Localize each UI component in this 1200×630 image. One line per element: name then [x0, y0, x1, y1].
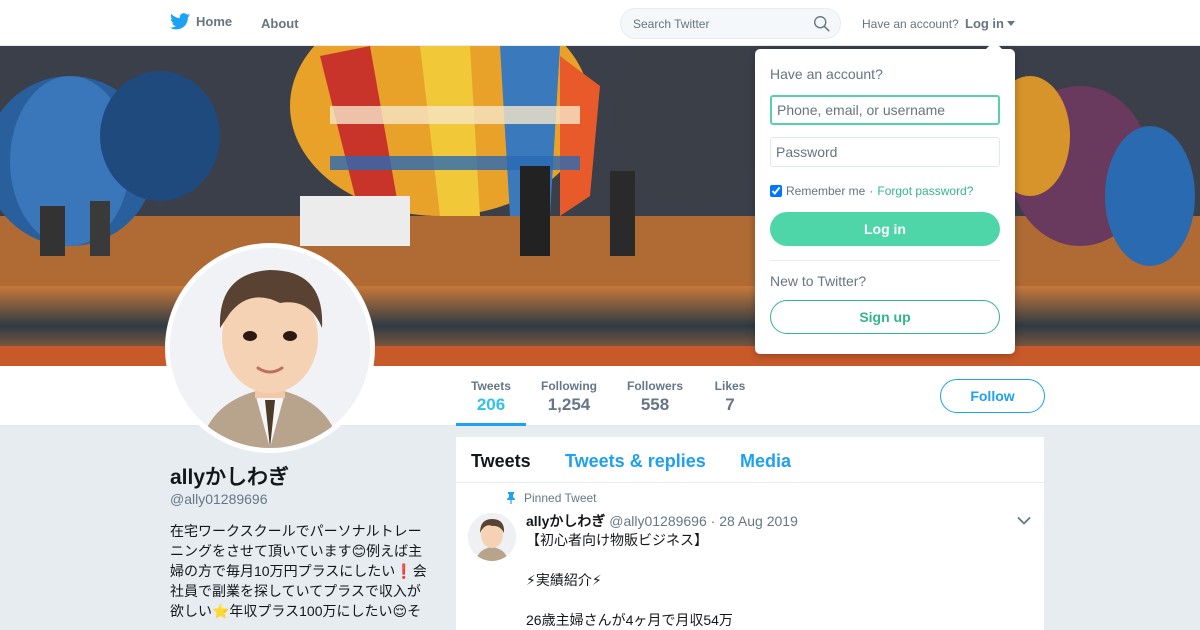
- login-dropdown-title: Have an account?: [770, 66, 883, 82]
- stat-tweets-value: 206: [476, 395, 506, 414]
- login-dropdown-toggle[interactable]: Log in: [965, 16, 1015, 31]
- tweet-separator: ·: [710, 513, 716, 529]
- profile-avatar[interactable]: [165, 243, 375, 453]
- have-account-text: Have an account?: [862, 17, 959, 31]
- stat-followers[interactable]: Followers 558: [620, 366, 690, 426]
- top-navigation: Home About Have an account? Log in: [0, 0, 1200, 46]
- stat-following-label: Following: [541, 379, 597, 393]
- about-link[interactable]: About: [261, 16, 299, 31]
- stat-likes[interactable]: Likes 7: [707, 366, 753, 426]
- login-button[interactable]: Log in: [770, 212, 1000, 246]
- search-input[interactable]: [621, 9, 811, 38]
- search-box: [620, 8, 841, 39]
- home-link[interactable]: Home: [170, 13, 232, 30]
- avatar-image: [170, 248, 370, 448]
- search-icon[interactable]: [813, 15, 830, 32]
- tweet-line: 26歳主婦さんが4ヶ月で月収54万: [526, 612, 733, 628]
- stat-followers-label: Followers: [626, 379, 683, 393]
- dropdown-divider: [770, 260, 1000, 261]
- tweet-author-handle[interactable]: @ally01289696: [609, 513, 707, 529]
- stat-tweets-label: Tweets: [471, 379, 511, 393]
- chevron-down-icon[interactable]: [1017, 516, 1031, 526]
- profile-handle[interactable]: @ally01289696: [170, 491, 268, 507]
- follow-button[interactable]: Follow: [940, 379, 1045, 413]
- tweet-line: [526, 550, 1026, 570]
- forgot-password-link[interactable]: Forgot password?: [877, 184, 973, 198]
- tweet-author-name[interactable]: allyかしわぎ: [526, 513, 605, 529]
- pinned-label: Pinned Tweet: [524, 491, 597, 505]
- new-to-twitter-text: New to Twitter?: [770, 273, 867, 289]
- bio-line: ニングをさせて頂いています😊例えば主: [170, 543, 423, 559]
- stat-likes-label: Likes: [714, 379, 746, 393]
- timeline: Tweets Tweets & replies Media Pinned Twe…: [456, 437, 1044, 630]
- tweet-line: [526, 590, 1026, 610]
- tab-media[interactable]: Media: [740, 451, 791, 472]
- avatar-illustration: [170, 248, 370, 448]
- twitter-bird-icon: [170, 13, 190, 30]
- tweet-line: ⚡実績紹介⚡: [526, 572, 602, 588]
- stat-followers-value: 558: [640, 395, 670, 414]
- stat-tweets[interactable]: Tweets 206: [456, 366, 526, 426]
- tweet-line: 【初心者向け物販ビジネス】: [526, 532, 708, 548]
- login-link-label: Log in: [965, 16, 1004, 31]
- remember-me-label[interactable]: Remember me: [786, 184, 865, 198]
- caret-down-icon: [1007, 21, 1015, 26]
- password-field[interactable]: [770, 137, 1000, 167]
- bio-line: 社員で副業を探していてプラスで収入が: [170, 583, 421, 599]
- login-dropdown: Have an account? Remember me · Forgot pa…: [755, 41, 1015, 354]
- username-field[interactable]: [770, 95, 1000, 125]
- tab-tweets[interactable]: Tweets: [471, 451, 531, 472]
- tweet-avatar[interactable]: [468, 513, 516, 561]
- stat-following[interactable]: Following 1,254: [534, 366, 604, 426]
- stat-likes-value: 7: [725, 395, 735, 414]
- bio-line: 欲しい⭐年収プラス100万にしたい😌そ: [170, 603, 422, 619]
- stat-following-value: 1,254: [547, 395, 591, 414]
- profile-name[interactable]: allyかしわぎ: [170, 461, 289, 491]
- home-label: Home: [196, 14, 233, 29]
- pin-icon: [507, 492, 515, 504]
- tweet-avatar-image: [468, 513, 516, 561]
- timeline-tabs: Tweets Tweets & replies Media: [456, 437, 1044, 483]
- signup-button[interactable]: Sign up: [770, 300, 1000, 334]
- remember-separator: ·: [869, 184, 874, 198]
- tweet-text: 【初心者向け物販ビジネス】 ⚡実績紹介⚡ 26歳主婦さんが4ヶ月で月収54万: [526, 530, 1026, 630]
- tab-tweets-replies[interactable]: Tweets & replies: [565, 451, 706, 472]
- bio-line: 在宅ワークスクールでパーソナルトレー: [170, 523, 422, 539]
- tweet-header: allyかしわぎ @ally01289696 · 28 Aug 2019: [526, 511, 798, 531]
- remember-me-checkbox[interactable]: [770, 185, 782, 197]
- bio-line: 婦の方で毎月10万円プラスにしたい❗会: [170, 563, 427, 579]
- tweet-date[interactable]: 28 Aug 2019: [719, 513, 798, 529]
- profile-bio: 在宅ワークスクールでパーソナルトレー ニングをさせて頂いています😊例えば主 婦の…: [170, 521, 434, 621]
- pinned-tweet-context: Pinned Tweet: [506, 491, 597, 505]
- remember-row: Remember me · Forgot password?: [770, 184, 973, 198]
